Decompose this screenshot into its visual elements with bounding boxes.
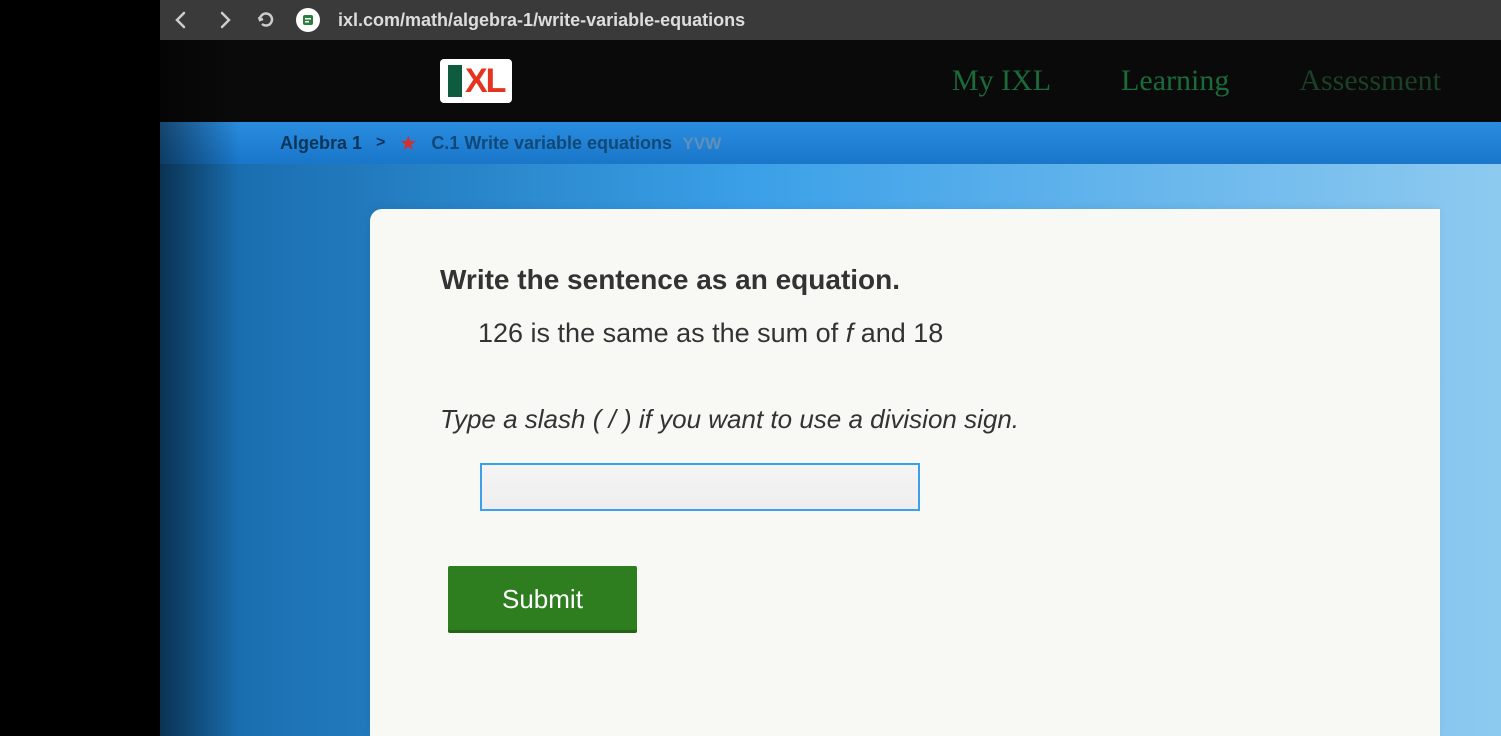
question-sentence: 126 is the same as the sum of f and 18 xyxy=(478,318,1370,349)
breadcrumb-skill-code: YVW xyxy=(683,134,722,153)
url-text[interactable]: ixl.com/math/algebra-1/write-variable-eq… xyxy=(338,10,745,31)
nav-assessment[interactable]: Assessment xyxy=(1299,64,1441,98)
question-sentence-part1: 126 is the same as the sum of xyxy=(478,318,846,348)
ixl-logo[interactable]: XL xyxy=(440,59,512,103)
submit-button[interactable]: Submit xyxy=(448,566,637,633)
site-badge-icon xyxy=(296,8,320,32)
browser-toolbar: ixl.com/math/algebra-1/write-variable-eq… xyxy=(160,0,1501,40)
star-icon: ★ xyxy=(399,131,417,156)
breadcrumb-separator: > xyxy=(376,134,385,152)
forward-button[interactable] xyxy=(212,8,236,32)
breadcrumb-bar: Algebra 1 > ★ C.1 Write variable equatio… xyxy=(0,122,1501,164)
breadcrumb-subject[interactable]: Algebra 1 xyxy=(280,133,362,154)
main-nav: My IXL Learning Assessment xyxy=(952,64,1441,98)
question-prompt: Write the sentence as an equation. xyxy=(440,264,1370,296)
back-button[interactable] xyxy=(170,8,194,32)
site-header: XL My IXL Learning Assessment xyxy=(160,40,1501,122)
reload-button[interactable] xyxy=(254,8,278,32)
answer-input[interactable] xyxy=(480,463,920,511)
logo-xl-text: XL xyxy=(465,62,504,101)
question-card: Write the sentence as an equation. 126 i… xyxy=(370,209,1440,736)
breadcrumb-skill-title[interactable]: C.1 Write variable equations xyxy=(431,133,672,153)
content-area: Write the sentence as an equation. 126 i… xyxy=(0,164,1501,736)
nav-my-ixl[interactable]: My IXL xyxy=(952,64,1051,98)
logo-i-mark xyxy=(448,65,462,97)
screen-edge-black xyxy=(0,0,160,736)
question-hint: Type a slash ( / ) if you want to use a … xyxy=(440,404,1370,435)
nav-learning[interactable]: Learning xyxy=(1121,64,1229,98)
question-sentence-part2: and 18 xyxy=(853,318,943,348)
